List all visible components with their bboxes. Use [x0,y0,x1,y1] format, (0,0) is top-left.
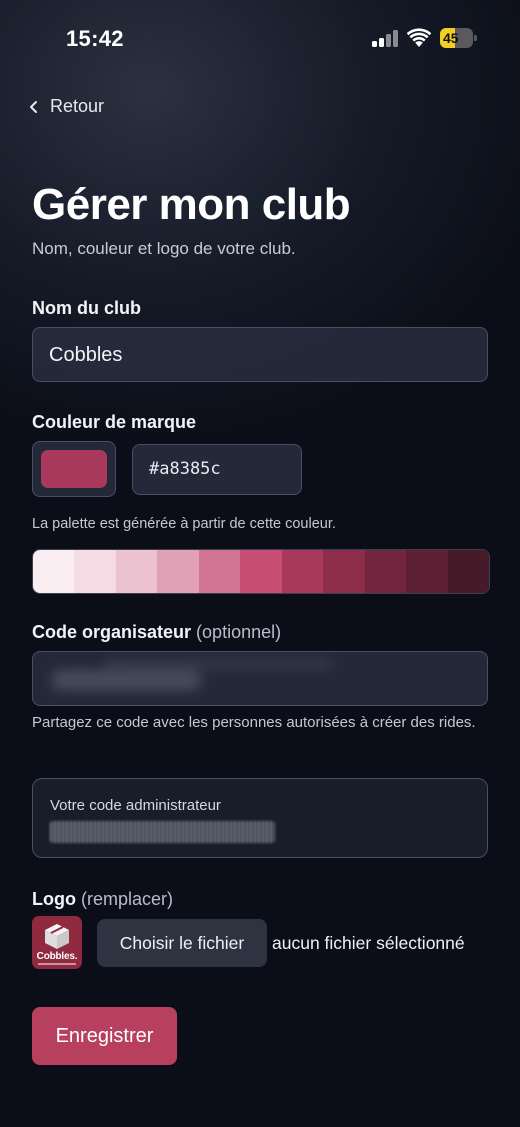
battery-icon: 45 [440,28,477,48]
color-picker-button[interactable] [32,441,116,497]
palette-swatch [447,550,489,593]
club-name-input[interactable]: Cobbles [32,327,488,382]
palette-swatch [240,550,282,593]
organizer-code-hint: Partagez ce code avec les personnes auto… [32,714,476,731]
palette-swatch [323,550,365,593]
status-bar: 15:42 45 [0,0,520,78]
save-button[interactable]: Enregistrer [32,1007,177,1065]
palette-swatch [406,550,448,593]
logo-label-text: Logo [32,889,76,909]
battery-level: 45 [443,30,459,46]
chevron-left-icon [30,100,37,113]
color-hex-input[interactable]: #a8385c [132,444,302,495]
palette-swatch [115,550,158,593]
admin-code-box: Votre code administrateur [32,778,488,858]
organizer-code-label: Code organisateur (optionnel) [32,622,281,643]
wifi-icon [407,28,431,47]
page-title: Gérer mon club [32,180,351,229]
logo-replace-tag: (remplacer) [81,889,174,909]
status-time: 15:42 [66,26,124,51]
palette-swatch [281,550,324,593]
palette-hint: La palette est générée à partir de cette… [32,516,336,532]
club-logo-thumbnail: Cobbles. [32,916,82,969]
back-label: Retour [50,96,105,116]
palette-swatch [74,550,116,593]
optional-tag: (optionnel) [196,622,282,642]
organizer-code-label-text: Code organisateur [32,622,192,642]
palette-swatch [364,550,407,593]
back-link[interactable]: Retour [28,96,104,117]
signal-icon [372,30,398,47]
color-swatch [41,450,107,488]
logo-wordmark: Cobbles. [36,951,78,962]
box-icon [45,924,69,949]
palette-swatch [157,550,199,593]
organizer-code-input[interactable] [32,651,488,706]
palette-swatch [33,550,75,593]
color-palette [32,549,490,594]
logo-label: Logo (remplacer) [32,889,173,910]
palette-swatch [198,550,241,593]
file-status: aucun fichier sélectionné [272,933,465,953]
club-name-label: Nom du club [32,298,141,318]
page-subtitle: Nom, couleur et logo de votre club. [32,239,296,258]
admin-code-value [50,821,275,843]
brand-color-label: Couleur de marque [32,412,197,432]
admin-code-label: Votre code administrateur [50,797,221,814]
choose-file-button[interactable]: Choisir le fichier [97,919,267,967]
